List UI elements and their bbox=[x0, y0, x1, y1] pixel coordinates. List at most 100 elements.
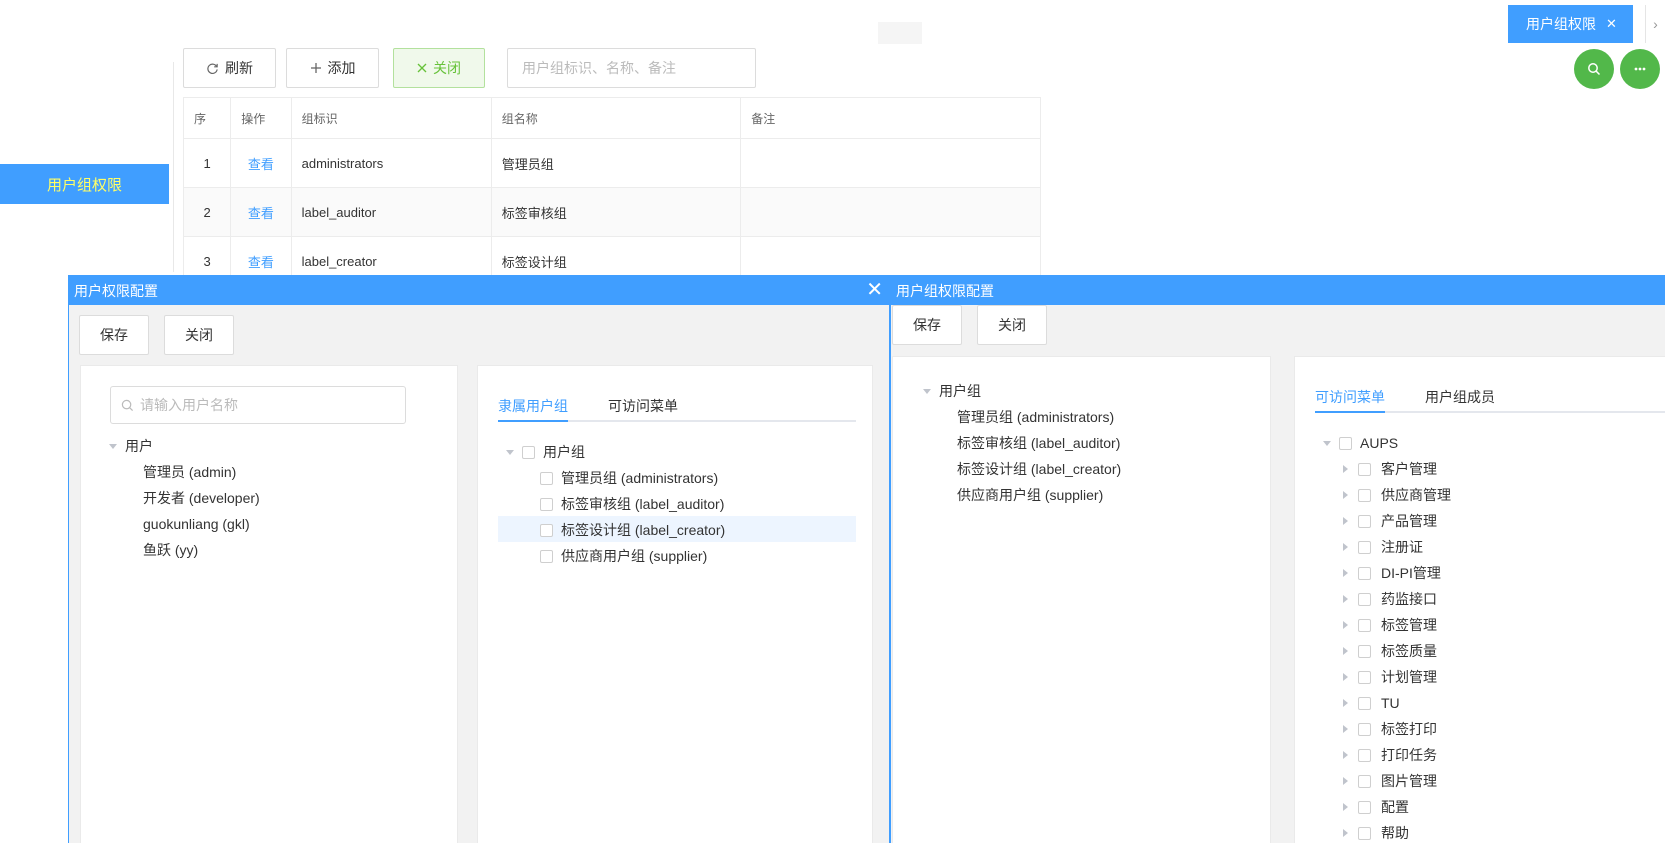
caret-right-icon[interactable] bbox=[1343, 751, 1348, 759]
save-button[interactable]: 保存 bbox=[892, 305, 962, 345]
tree-node-group[interactable]: 管理员组 (administrators) bbox=[957, 405, 1114, 429]
tree-node-menu[interactable]: 供应商管理 bbox=[1343, 483, 1451, 507]
checkbox[interactable] bbox=[1358, 644, 1371, 658]
refresh-button[interactable]: 刷新 bbox=[183, 48, 276, 88]
tree-node-menu[interactable]: 标签质量 bbox=[1343, 639, 1437, 663]
tree-node-menu[interactable]: 图片管理 bbox=[1343, 769, 1437, 793]
checkbox[interactable] bbox=[1358, 748, 1371, 762]
close-icon[interactable]: ✕ bbox=[866, 280, 883, 300]
tree-node-menu[interactable]: 产品管理 bbox=[1343, 509, 1437, 533]
chevron-right-icon[interactable]: › bbox=[1645, 5, 1665, 43]
checkbox[interactable] bbox=[1358, 462, 1371, 476]
checkbox[interactable] bbox=[1358, 618, 1371, 632]
caret-right-icon[interactable] bbox=[1343, 673, 1348, 681]
table-header-row: 序 操作 组标识 组名称 备注 bbox=[182, 97, 1041, 139]
tree-node-user-group[interactable]: 用户组 bbox=[506, 440, 585, 464]
col-index: 序 bbox=[182, 97, 232, 139]
caret-down-icon[interactable] bbox=[109, 443, 117, 449]
tree-node-menu[interactable]: 标签管理 bbox=[1343, 613, 1437, 637]
sidebar-item-user-group-permission[interactable]: 用户组权限 bbox=[0, 164, 169, 204]
close-button[interactable]: 关闭 bbox=[977, 305, 1047, 345]
tree-node-user[interactable]: 开发者 (developer) bbox=[143, 486, 260, 510]
table-row[interactable]: 1 查看 administrators 管理员组 bbox=[182, 138, 1041, 188]
tree-node-menu[interactable]: 药监接口 bbox=[1343, 587, 1437, 611]
checkbox[interactable] bbox=[540, 549, 553, 563]
tree-node-group[interactable]: 标签审核组 (label_auditor) bbox=[540, 492, 724, 516]
checkbox[interactable] bbox=[1358, 696, 1371, 710]
table-row[interactable]: 2 查看 label_auditor 标签审核组 bbox=[182, 187, 1041, 237]
tree-node-menu[interactable]: 计划管理 bbox=[1343, 665, 1437, 689]
tab-member-groups[interactable]: 隶属用户组 bbox=[498, 396, 568, 416]
caret-right-icon[interactable] bbox=[1343, 725, 1348, 733]
tree-node-user[interactable]: guokunliang (gkl) bbox=[143, 512, 250, 536]
caret-right-icon[interactable] bbox=[1343, 829, 1348, 837]
tab-user-group-permission[interactable]: 用户组权限 ✕ bbox=[1508, 5, 1633, 43]
view-link[interactable]: 查看 bbox=[230, 138, 292, 188]
tree-node-menu[interactable]: TU bbox=[1343, 691, 1400, 715]
tree-node-aups[interactable]: AUPS bbox=[1323, 431, 1398, 455]
caret-right-icon[interactable] bbox=[1343, 517, 1348, 525]
tree-node-group[interactable]: 标签审核组 (label_auditor) bbox=[957, 431, 1120, 455]
view-link[interactable]: 查看 bbox=[230, 187, 292, 237]
user-search-input[interactable]: 请输入用户名称 bbox=[110, 386, 406, 424]
checkbox[interactable] bbox=[1358, 592, 1371, 606]
caret-right-icon[interactable] bbox=[1343, 803, 1348, 811]
tab-group-members[interactable]: 用户组成员 bbox=[1425, 387, 1495, 407]
checkbox[interactable] bbox=[1339, 436, 1352, 450]
checkbox[interactable] bbox=[522, 445, 535, 459]
caret-down-icon[interactable] bbox=[506, 449, 514, 455]
tree-node-user[interactable]: 鱼跃 (yy) bbox=[143, 538, 198, 562]
tree-node-group[interactable]: 标签设计组 (label_creator) bbox=[957, 457, 1121, 481]
tree-node-menu[interactable]: 帮助 bbox=[1343, 821, 1409, 843]
caret-right-icon[interactable] bbox=[1343, 699, 1348, 707]
tree-node-user[interactable]: 管理员 (admin) bbox=[143, 460, 236, 484]
group-search-input[interactable]: 用户组标识、名称、备注 bbox=[507, 48, 756, 88]
tree-node-menu[interactable]: 注册证 bbox=[1343, 535, 1423, 559]
caret-right-icon[interactable] bbox=[1343, 647, 1348, 655]
tree-node-group[interactable]: 供应商用户组 (supplier) bbox=[957, 483, 1103, 507]
tree-node-menu[interactable]: DI-PI管理 bbox=[1343, 561, 1441, 585]
checkbox[interactable] bbox=[1358, 670, 1371, 684]
checkbox[interactable] bbox=[1358, 800, 1371, 814]
checkbox[interactable] bbox=[1358, 566, 1371, 580]
caret-right-icon[interactable] bbox=[1343, 595, 1348, 603]
checkbox[interactable] bbox=[1358, 540, 1371, 554]
group-menus-panel: 可访问菜单 用户组成员 AUPS 客户管理 供应商管理 产品管理 注册证 DI-… bbox=[1294, 356, 1665, 843]
cell-remark bbox=[740, 138, 1041, 188]
search-placeholder: 请输入用户名称 bbox=[140, 397, 238, 413]
tree-node-group[interactable]: 供应商用户组 (supplier) bbox=[540, 544, 707, 568]
caret-right-icon[interactable] bbox=[1343, 569, 1348, 577]
tree-node-user-group[interactable]: 用户组 bbox=[923, 379, 981, 403]
checkbox[interactable] bbox=[1358, 722, 1371, 736]
caret-right-icon[interactable] bbox=[1343, 465, 1348, 473]
caret-down-icon[interactable] bbox=[923, 388, 931, 394]
tree-node-menu[interactable]: 客户管理 bbox=[1343, 457, 1437, 481]
checkbox[interactable] bbox=[540, 523, 553, 537]
search-button[interactable] bbox=[1574, 49, 1614, 89]
tree-node-group[interactable]: 管理员组 (administrators) bbox=[540, 466, 718, 490]
tree-node-users[interactable]: 用户 bbox=[109, 434, 153, 458]
more-button[interactable] bbox=[1620, 49, 1660, 89]
checkbox[interactable] bbox=[540, 471, 553, 485]
checkbox[interactable] bbox=[1358, 826, 1371, 840]
checkbox[interactable] bbox=[1358, 774, 1371, 788]
caret-right-icon[interactable] bbox=[1343, 777, 1348, 785]
checkbox[interactable] bbox=[1358, 514, 1371, 528]
add-button[interactable]: 添加 bbox=[286, 48, 379, 88]
checkbox[interactable] bbox=[540, 497, 553, 511]
tree-node-group[interactable]: 标签设计组 (label_creator) bbox=[540, 518, 725, 542]
caret-right-icon[interactable] bbox=[1343, 491, 1348, 499]
tree-node-menu[interactable]: 配置 bbox=[1343, 795, 1409, 819]
save-button[interactable]: 保存 bbox=[79, 315, 149, 355]
close-toolbar-button[interactable]: 关闭 bbox=[393, 48, 485, 88]
tab-accessible-menus[interactable]: 可访问菜单 bbox=[608, 396, 678, 416]
caret-down-icon[interactable] bbox=[1323, 440, 1331, 446]
close-icon[interactable]: ✕ bbox=[1606, 16, 1617, 32]
checkbox[interactable] bbox=[1358, 488, 1371, 502]
tree-node-menu[interactable]: 标签打印 bbox=[1343, 717, 1437, 741]
tree-node-menu[interactable]: 打印任务 bbox=[1343, 743, 1437, 767]
caret-right-icon[interactable] bbox=[1343, 621, 1348, 629]
caret-right-icon[interactable] bbox=[1343, 543, 1348, 551]
tab-accessible-menus[interactable]: 可访问菜单 bbox=[1315, 387, 1385, 407]
close-button[interactable]: 关闭 bbox=[164, 315, 234, 355]
